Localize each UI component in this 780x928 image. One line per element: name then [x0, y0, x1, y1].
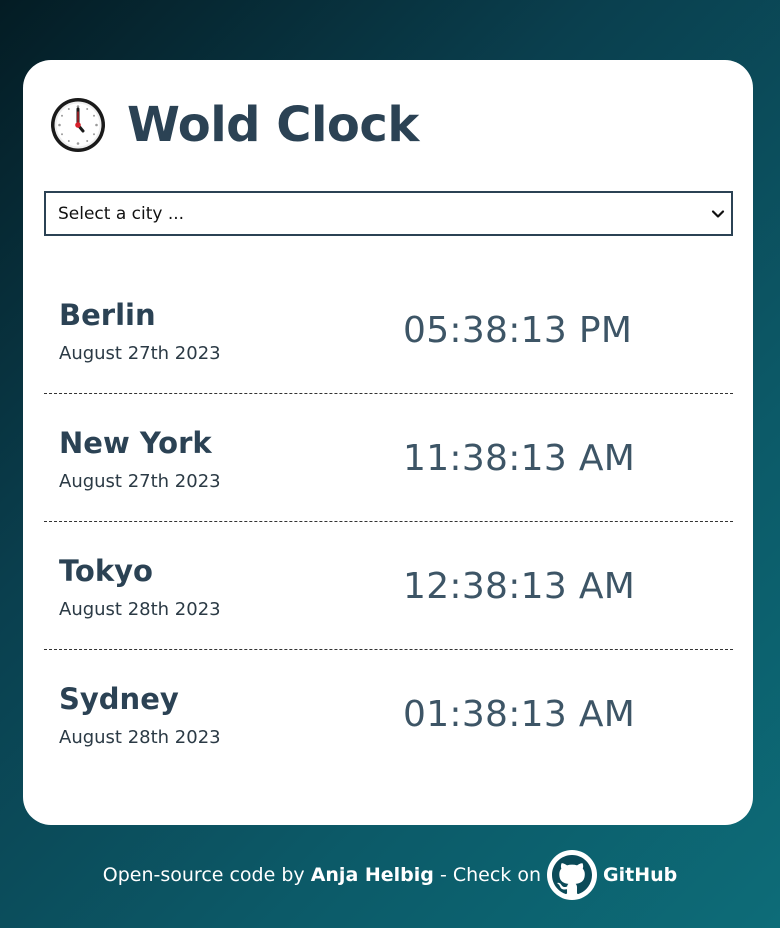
city-time: 12:38:13 AM	[403, 566, 636, 607]
github-link[interactable]: GitHub	[603, 864, 677, 886]
city-select-value: Select a city ...	[58, 203, 185, 224]
footer-author: Anja Helbig	[310, 864, 434, 886]
city-row-sydney: Sydney August 28th 2023 01:38:13 AM	[44, 650, 733, 778]
city-list: Berlin August 27th 2023 05:38:13 PM New …	[44, 266, 733, 778]
city-name: Berlin	[59, 298, 156, 332]
city-date: August 27th 2023	[59, 471, 221, 492]
city-date: August 27th 2023	[59, 343, 221, 364]
city-name: New York	[59, 426, 212, 460]
city-date: August 28th 2023	[59, 727, 221, 748]
footer: Open-source code by Anja Helbig - Check …	[0, 850, 780, 900]
city-select[interactable]: Select a city ...	[44, 191, 733, 236]
footer-prefix: Open-source code by	[102, 864, 305, 886]
github-icon[interactable]	[547, 850, 598, 900]
app-header: Wold Clock	[49, 96, 419, 154]
city-date: August 28th 2023	[59, 599, 221, 620]
city-row-new-york: New York August 27th 2023 11:38:13 AM	[44, 394, 733, 522]
chevron-down-icon	[711, 209, 725, 218]
city-time: 01:38:13 AM	[403, 694, 636, 735]
clock-icon	[51, 98, 105, 152]
page-title: Wold Clock	[127, 97, 419, 153]
world-clock-card: Wold Clock Select a city ... Berlin Augu…	[23, 60, 753, 825]
city-row-tokyo: Tokyo August 28th 2023 12:38:13 AM	[44, 522, 733, 650]
city-time: 11:38:13 AM	[403, 438, 636, 479]
footer-middle: - Check on	[439, 864, 542, 886]
city-row-berlin: Berlin August 27th 2023 05:38:13 PM	[44, 266, 733, 394]
city-time: 05:38:13 PM	[403, 310, 633, 351]
city-name: Sydney	[59, 682, 179, 716]
city-name: Tokyo	[59, 554, 153, 588]
